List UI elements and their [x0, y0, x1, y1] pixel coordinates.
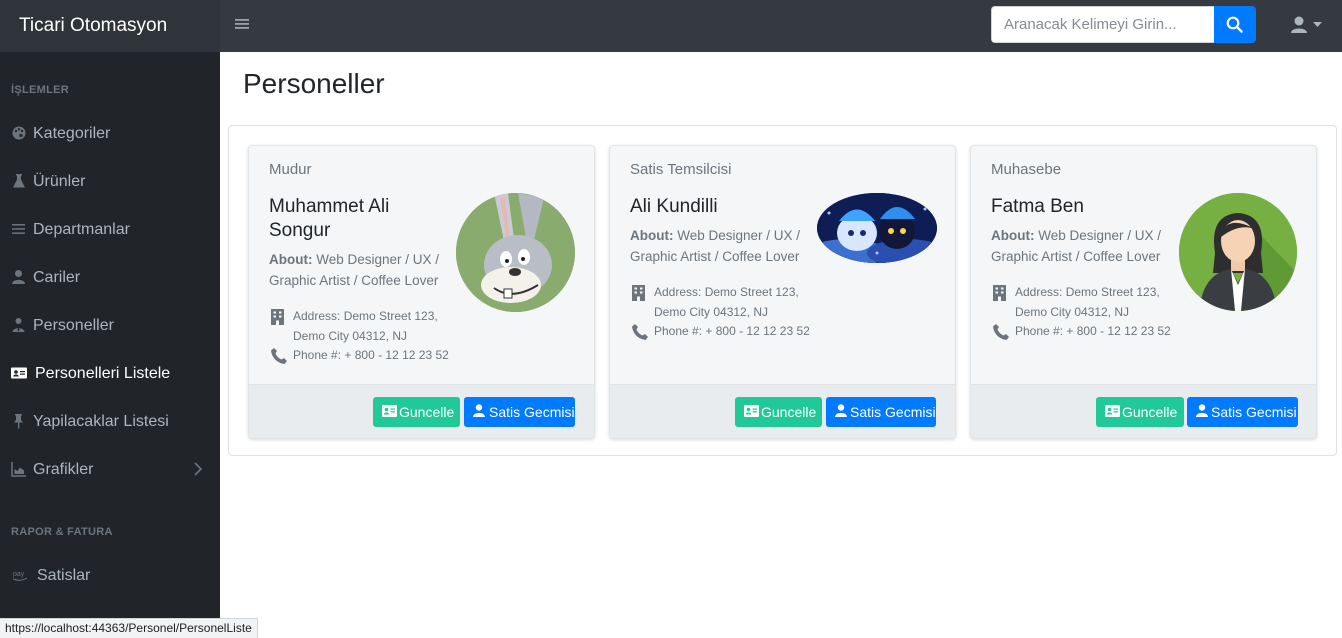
user-tie-icon — [12, 318, 25, 332]
sidebar-item-kategoriler[interactable]: Kategoriler — [0, 112, 220, 156]
card-name: Muhammet Ali Songur — [269, 196, 390, 241]
user-icon — [1196, 404, 1208, 417]
card-about: About: Web Designer / UX / Graphic Artis… — [991, 225, 1176, 267]
building-icon — [271, 309, 284, 325]
update-button[interactable]: Guncelle — [735, 397, 822, 427]
phone-icon — [271, 348, 287, 364]
sidebar-item-label: Yapilacaklar Listesi — [33, 413, 169, 430]
id-card-icon — [1105, 405, 1120, 417]
about-label: About: — [991, 228, 1035, 243]
user-dropdown[interactable] — [1288, 12, 1324, 38]
search-icon — [1226, 16, 1243, 33]
amazon-pay-icon: pay — [12, 571, 28, 581]
avatar — [456, 193, 575, 312]
card-name: Fatma Ben — [991, 196, 1084, 217]
user-icon — [1291, 16, 1307, 33]
sidebar-item-label: Personelleri Listele — [35, 365, 171, 382]
building-icon — [993, 285, 1006, 301]
personnel-panel: Mudur Muhammet Ali Songur About: Web Des… — [228, 125, 1337, 456]
card-role: Mudur — [269, 161, 312, 178]
sidebar-item-urunler[interactable]: Ürünler — [0, 160, 220, 204]
browser-status-url: https://localhost:44363/Personel/Persone… — [0, 618, 258, 638]
sidebar-item-personeller[interactable]: Personeller — [0, 304, 220, 348]
sidebar-item-label: Personeller — [33, 317, 114, 334]
update-button[interactable]: Guncelle — [373, 397, 460, 427]
palette-icon — [12, 126, 26, 140]
sales-history-button[interactable]: Satis Gecmisi — [826, 397, 936, 427]
card-footer: Guncelle Satis Gecmisi — [971, 384, 1316, 438]
card-footer: Guncelle Satis Gecmisi — [249, 384, 594, 438]
id-card-icon — [382, 405, 397, 417]
phone-text: Phone #: + 800 - 12 12 23 52 — [654, 324, 810, 338]
sidebar-heading-rapor-fatura: RAPOR & FATURA — [11, 526, 113, 538]
card-role: Satis Temsilcisi — [630, 161, 732, 178]
sales-history-label: Satis Gecmisi — [1211, 404, 1297, 420]
about-label: About: — [630, 228, 674, 243]
menu-toggle-icon[interactable] — [235, 12, 253, 38]
avatar — [1179, 193, 1297, 311]
sidebar-item-label: Kategoriler — [33, 125, 111, 142]
sidebar-item-label: Satislar — [37, 567, 91, 584]
sidebar-item-departmanlar[interactable]: Departmanlar — [0, 208, 220, 252]
user-icon — [835, 404, 847, 417]
top-navbar: Ticari Otomasyon — [0, 0, 1342, 52]
update-label: Guncelle — [399, 404, 455, 420]
phone-text: Phone #: + 800 - 12 12 23 52 — [1015, 324, 1171, 338]
card-about: About: Web Designer / UX / Graphic Artis… — [269, 249, 454, 291]
phone-icon — [632, 324, 648, 340]
card-contact: Address: Demo Street 123, Demo City 0431… — [632, 283, 832, 342]
update-label: Guncelle — [761, 404, 817, 420]
id-card-icon — [11, 367, 27, 379]
sales-history-button[interactable]: Satis Gecmisi — [1187, 397, 1298, 427]
sidebar-item-yapilacaklar-listesi[interactable]: Yapilacaklar Listesi — [0, 400, 220, 444]
search-input[interactable] — [991, 6, 1215, 43]
sidebar-item-label: Ürünler — [33, 173, 86, 190]
sidebar-item-label: Departmanlar — [33, 221, 130, 238]
card-about: About: Web Designer / UX / Graphic Artis… — [630, 225, 815, 267]
sidebar-item-cariler[interactable]: Cariler — [0, 256, 220, 300]
caret-down-icon — [1313, 22, 1322, 27]
avatar — [817, 193, 937, 263]
card-contact: Address: Demo Street 123, Demo City 0431… — [993, 283, 1193, 342]
user-icon — [473, 404, 485, 417]
sales-history-label: Satis Gecmisi — [850, 404, 936, 420]
personnel-card: Muhasebe Fatma Ben About: Web Designer /… — [970, 145, 1317, 439]
card-role: Muhasebe — [991, 161, 1062, 178]
id-card-icon — [744, 405, 759, 417]
personnel-card: Satis Temsilcisi Ali Kundilli About: Web… — [609, 145, 956, 439]
user-icon — [12, 270, 25, 284]
flask-icon — [13, 174, 25, 188]
search-button[interactable] — [1214, 6, 1256, 43]
address-text: Address: Demo Street 123, Demo City 0431… — [293, 309, 438, 343]
sidebar: İŞLEMLER Kategoriler Ürünler Departmanla… — [0, 52, 220, 638]
personnel-card: Mudur Muhammet Ali Songur About: Web Des… — [248, 145, 595, 439]
card-footer: Guncelle Satis Gecmisi — [610, 384, 955, 438]
chart-area-icon — [11, 462, 26, 477]
sidebar-item-satislar[interactable]: pay Satislar — [0, 554, 220, 598]
sales-history-label: Satis Gecmisi — [489, 404, 575, 420]
sidebar-heading-islemler: İŞLEMLER — [11, 84, 70, 96]
sidebar-item-personelleri-listele[interactable]: Personelleri Listele — [0, 352, 220, 396]
sidebar-item-grafikler[interactable]: Grafikler — [0, 448, 220, 492]
address-text: Address: Demo Street 123, Demo City 0431… — [654, 285, 799, 319]
update-button[interactable]: Guncelle — [1096, 397, 1184, 427]
phone-text: Phone #: + 800 - 12 12 23 52 — [293, 348, 449, 362]
update-label: Guncelle — [1122, 404, 1178, 420]
building-icon — [632, 285, 645, 301]
phone-icon — [993, 324, 1009, 340]
brand-title[interactable]: Ticari Otomasyon — [0, 0, 220, 52]
sidebar-item-label: Grafikler — [33, 461, 94, 478]
page-title: Personeller — [243, 68, 385, 99]
card-name: Ali Kundilli — [630, 196, 718, 217]
svg-text:pay: pay — [13, 571, 25, 578]
about-label: About: — [269, 252, 313, 267]
thumbtack-icon — [14, 414, 23, 429]
card-contact: Address: Demo Street 123, Demo City 0431… — [271, 307, 471, 366]
chevron-right-icon — [194, 462, 202, 476]
sales-history-button[interactable]: Satis Gecmisi — [464, 397, 575, 427]
sidebar-item-label: Cariler — [33, 269, 81, 286]
bars-icon — [12, 224, 25, 234]
address-text: Address: Demo Street 123, Demo City 0431… — [1015, 285, 1160, 319]
